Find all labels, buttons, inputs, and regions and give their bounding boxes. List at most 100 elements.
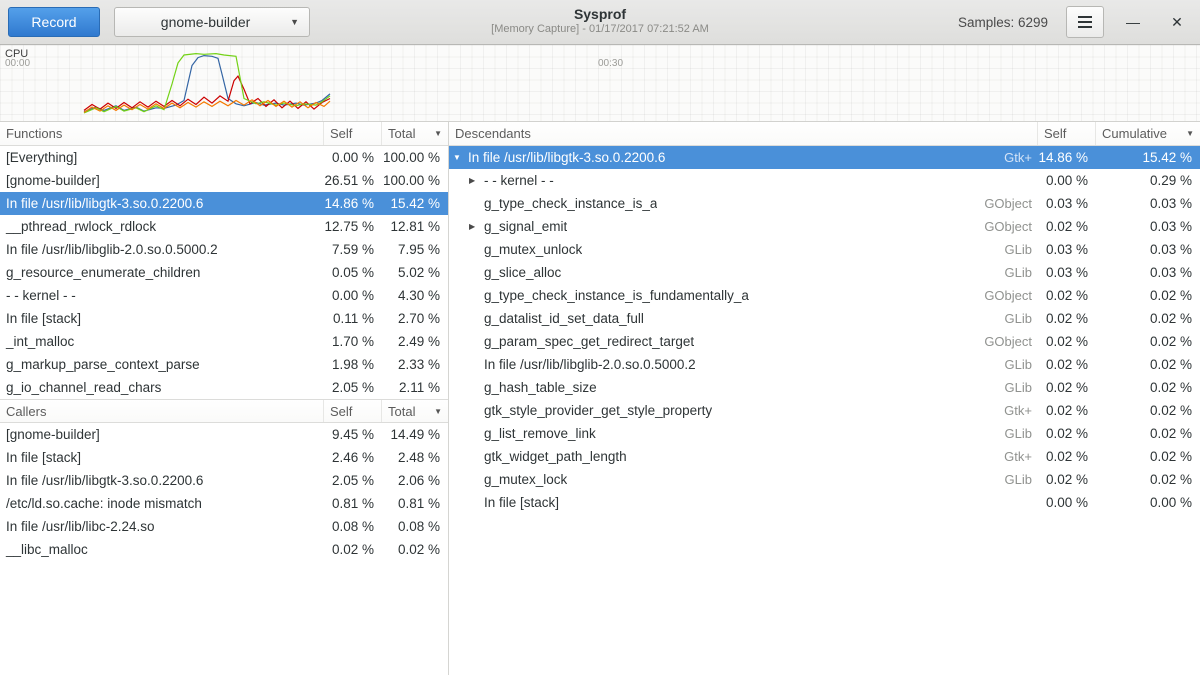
tree-row-name-cell: g_hash_table_sizeGLib	[449, 380, 1038, 395]
cell-self-percent: 0.02 %	[1038, 288, 1096, 303]
cell-self-percent: 0.02 %	[1038, 426, 1096, 441]
cell-function-name: g_signal_emit	[484, 219, 567, 234]
table-row[interactable]: [gnome-builder]9.45 %14.49 %	[0, 423, 448, 446]
tree-row[interactable]: g_type_check_instance_is_aGObject0.03 %0…	[449, 192, 1200, 215]
cell-library-category: GLib	[993, 311, 1032, 326]
cell-total-percent: 100.00 %	[382, 173, 448, 188]
window-title-block: Sysprof [Memory Capture] - 01/17/2017 07…	[491, 6, 709, 35]
tree-row[interactable]: gtk_style_provider_get_style_propertyGtk…	[449, 399, 1200, 422]
column-header-total[interactable]: Total ▼	[382, 122, 448, 145]
close-button[interactable]: ✕	[1162, 7, 1192, 37]
tree-row[interactable]: g_datalist_id_set_data_fullGLib0.02 %0.0…	[449, 307, 1200, 330]
tree-row[interactable]: g_slice_allocGLib0.03 %0.03 %	[449, 261, 1200, 284]
minimize-button[interactable]: —	[1118, 7, 1148, 37]
menu-button[interactable]	[1066, 6, 1104, 38]
minimize-icon: —	[1126, 14, 1140, 30]
tree-row[interactable]: g_type_check_instance_is_fundamentally_a…	[449, 284, 1200, 307]
cell-self-percent: 9.45 %	[324, 427, 382, 442]
table-row[interactable]: _int_malloc1.70 %2.49 %	[0, 330, 448, 353]
cell-function-name: [Everything]	[0, 150, 324, 165]
cell-function-name: __pthread_rwlock_rdlock	[0, 219, 324, 234]
cell-library-category: GLib	[993, 472, 1032, 487]
cell-total-percent: 2.11 %	[382, 380, 448, 395]
cell-self-percent: 0.02 %	[1038, 219, 1096, 234]
column-header-cumulative[interactable]: Cumulative ▼	[1096, 122, 1200, 145]
cell-library-category: Gtk+	[992, 150, 1032, 165]
cell-self-percent: 1.70 %	[324, 334, 382, 349]
table-row[interactable]: __pthread_rwlock_rdlock12.75 %12.81 %	[0, 215, 448, 238]
descendants-pane: Descendants Self Cumulative ▼ ▼In file /…	[449, 122, 1200, 675]
table-row[interactable]: In file [stack]2.46 %2.48 %	[0, 446, 448, 469]
table-row[interactable]: In file /usr/lib/libgtk-3.so.0.2200.614.…	[0, 192, 448, 215]
table-row[interactable]: g_io_channel_read_chars2.05 %2.11 %	[0, 376, 448, 399]
cell-cumulative-percent: 0.03 %	[1096, 265, 1200, 280]
table-row[interactable]: /etc/ld.so.cache: inode mismatch0.81 %0.…	[0, 492, 448, 515]
cpu-graph[interactable]: CPU 00:00 00:30	[0, 45, 1200, 122]
table-row[interactable]: __libc_malloc0.02 %0.02 %	[0, 538, 448, 561]
tree-row-name-cell: g_mutex_unlockGLib	[449, 242, 1038, 257]
tree-row[interactable]: g_hash_table_sizeGLib0.02 %0.02 %	[449, 376, 1200, 399]
tree-row[interactable]: gtk_widget_path_lengthGtk+0.02 %0.02 %	[449, 445, 1200, 468]
column-header-total[interactable]: Total ▼	[382, 400, 448, 422]
table-row[interactable]: g_markup_parse_context_parse1.98 %2.33 %	[0, 353, 448, 376]
tree-row[interactable]: g_mutex_lockGLib0.02 %0.02 %	[449, 468, 1200, 491]
tree-row[interactable]: g_mutex_unlockGLib0.03 %0.03 %	[449, 238, 1200, 261]
tree-row[interactable]: ▼In file /usr/lib/libgtk-3.so.0.2200.6Gt…	[449, 146, 1200, 169]
cell-function-name: g_list_remove_link	[484, 426, 596, 441]
table-row[interactable]: In file /usr/lib/libc-2.24.so0.08 %0.08 …	[0, 515, 448, 538]
column-header-self[interactable]: Self	[1038, 122, 1096, 145]
column-header-callers[interactable]: Callers	[0, 400, 324, 422]
cell-function-name: [gnome-builder]	[0, 427, 324, 442]
tree-row[interactable]: ▶- - kernel - -0.00 %0.29 %	[449, 169, 1200, 192]
descendants-table-header: Descendants Self Cumulative ▼	[449, 122, 1200, 146]
table-row[interactable]: In file /usr/lib/libgtk-3.so.0.2200.62.0…	[0, 469, 448, 492]
cell-self-percent: 7.59 %	[324, 242, 382, 257]
expand-arrow-icon[interactable]: ▶	[469, 177, 484, 185]
cell-function-name: g_resource_enumerate_children	[0, 265, 324, 280]
record-button[interactable]: Record	[8, 7, 100, 37]
tree-row[interactable]: In file /usr/lib/libglib-2.0.so.0.5000.2…	[449, 353, 1200, 376]
sort-indicator-icon: ▼	[434, 407, 442, 416]
cell-total-percent: 0.02 %	[382, 542, 448, 557]
functions-table: Functions Self Total ▼ [Everything]0.00 …	[0, 122, 448, 399]
cell-cumulative-percent: 0.02 %	[1096, 357, 1200, 372]
functions-table-body: [Everything]0.00 %100.00 %[gnome-builder…	[0, 146, 448, 399]
tree-row[interactable]: ▶g_signal_emitGObject0.02 %0.03 %	[449, 215, 1200, 238]
table-row[interactable]: [Everything]0.00 %100.00 %	[0, 146, 448, 169]
table-row[interactable]: In file [stack]0.11 %2.70 %	[0, 307, 448, 330]
cell-function-name: In file [stack]	[0, 450, 324, 465]
cell-self-percent: 14.86 %	[1038, 150, 1096, 165]
dropdown-arrow-icon: ▼	[290, 17, 299, 27]
cell-total-percent: 0.08 %	[382, 519, 448, 534]
column-header-self[interactable]: Self	[324, 122, 382, 145]
tree-row[interactable]: In file [stack]0.00 %0.00 %	[449, 491, 1200, 514]
tree-row[interactable]: g_list_remove_linkGLib0.02 %0.02 %	[449, 422, 1200, 445]
collapse-arrow-icon[interactable]: ▼	[453, 154, 468, 162]
cell-self-percent: 26.51 %	[324, 173, 382, 188]
tree-row[interactable]: g_param_spec_get_redirect_targetGObject0…	[449, 330, 1200, 353]
expand-arrow-icon[interactable]: ▶	[469, 223, 484, 231]
cell-cumulative-percent: 0.00 %	[1096, 495, 1200, 510]
table-row[interactable]: In file /usr/lib/libglib-2.0.so.0.5000.2…	[0, 238, 448, 261]
table-row[interactable]: [gnome-builder]26.51 %100.00 %	[0, 169, 448, 192]
column-header-total-label: Total	[388, 126, 415, 141]
process-selector-dropdown[interactable]: gnome-builder ▼	[114, 7, 310, 37]
column-header-self[interactable]: Self	[324, 400, 382, 422]
tree-row-name-cell: g_datalist_id_set_data_fullGLib	[449, 311, 1038, 326]
cell-self-percent: 0.03 %	[1038, 196, 1096, 211]
table-row[interactable]: g_resource_enumerate_children0.05 %5.02 …	[0, 261, 448, 284]
cell-total-percent: 7.95 %	[382, 242, 448, 257]
app-title: Sysprof	[491, 6, 709, 22]
cell-function-name: - - kernel - -	[484, 173, 554, 188]
capture-subtitle: [Memory Capture] - 01/17/2017 07:21:52 A…	[491, 23, 709, 35]
close-icon: ✕	[1171, 14, 1183, 31]
cell-function-name: gtk_style_provider_get_style_property	[484, 403, 712, 418]
cell-function-name: g_slice_alloc	[484, 265, 561, 280]
column-header-functions[interactable]: Functions	[0, 122, 324, 145]
cell-library-category: GObject	[972, 219, 1032, 234]
cell-function-name: g_hash_table_size	[484, 380, 597, 395]
cell-function-name: - - kernel - -	[0, 288, 324, 303]
table-row[interactable]: - - kernel - -0.00 %4.30 %	[0, 284, 448, 307]
cell-function-name: /etc/ld.so.cache: inode mismatch	[0, 496, 324, 511]
column-header-descendants[interactable]: Descendants	[449, 122, 1038, 145]
